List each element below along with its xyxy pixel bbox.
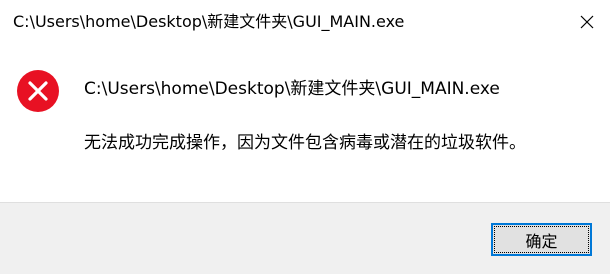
message-text: 无法成功完成操作，因为文件包含病毒或潜在的垃圾软件。 — [84, 133, 526, 153]
window-title: C:\Users\home\Desktop\新建文件夹\GUI_MAIN.exe — [13, 12, 405, 31]
close-button[interactable] — [564, 0, 610, 44]
close-icon — [580, 15, 594, 29]
title-bar[interactable]: C:\Users\home\Desktop\新建文件夹\GUI_MAIN.exe — [0, 0, 610, 44]
ok-button[interactable]: 确定 — [491, 223, 592, 256]
error-icon — [17, 70, 59, 112]
error-dialog: C:\Users\home\Desktop\新建文件夹\GUI_MAIN.exe… — [0, 0, 610, 274]
dialog-content: C:\Users\home\Desktop\新建文件夹\GUI_MAIN.exe… — [0, 44, 610, 202]
message-path: C:\Users\home\Desktop\新建文件夹\GUI_MAIN.exe — [84, 79, 500, 99]
button-bar: 确定 — [0, 202, 610, 274]
